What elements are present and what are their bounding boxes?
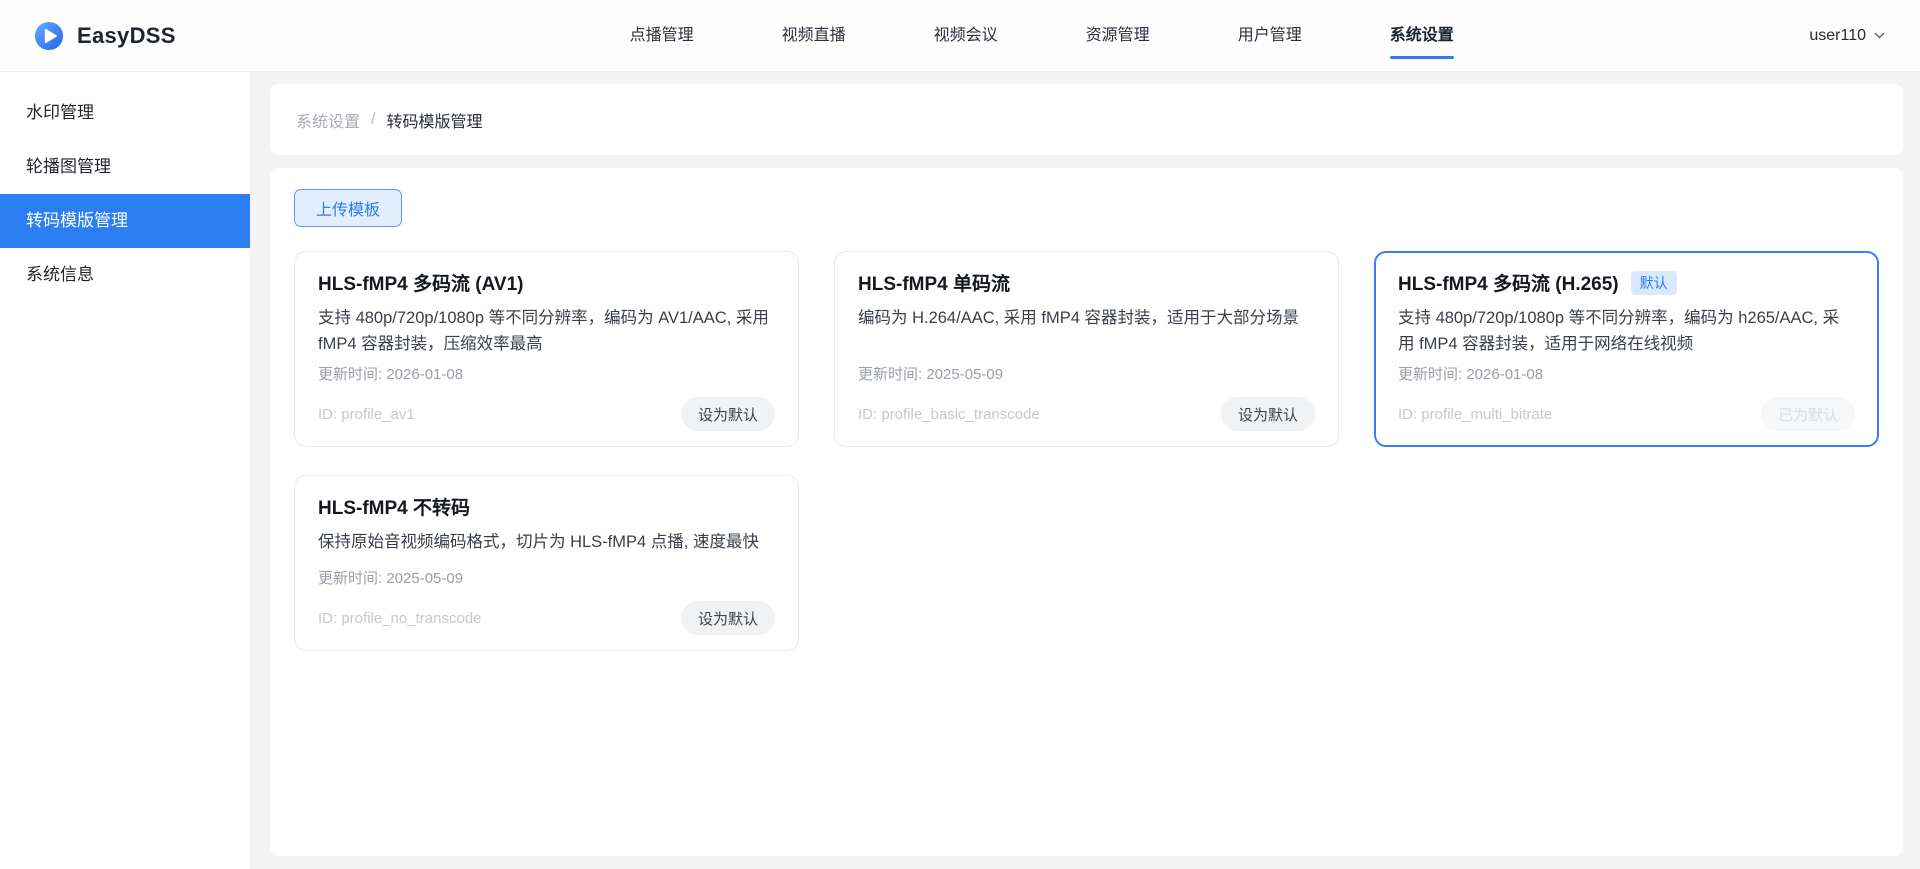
card-id: ID: profile_av1 xyxy=(318,406,415,423)
card-description: 编码为 H.264/AAC, 采用 fMP4 容器封装，适用于大部分场景 xyxy=(858,305,1315,357)
card-description: 支持 480p/720p/1080p 等不同分辨率，编码为 h265/AAC, … xyxy=(1398,305,1855,357)
card-footer: ID: profile_basic_transcode 设为默认 xyxy=(858,397,1315,431)
user-name: user110 xyxy=(1809,27,1866,45)
card-id-label: ID: xyxy=(1398,406,1417,423)
template-card-no-transcode: HLS-fMP4 不转码 保持原始音视频编码格式，切片为 HLS-fMP4 点播… xyxy=(294,475,799,651)
card-updated-label: 更新时间: xyxy=(318,366,382,383)
breadcrumb: 系统设置 / 转码模版管理 xyxy=(270,84,1903,155)
transcode-templates-panel: 上传模板 HLS-fMP4 多码流 (AV1) 支持 480p/720p/108… xyxy=(270,168,1903,856)
card-title: HLS-fMP4 单码流 xyxy=(858,269,1010,296)
card-id-label: ID: xyxy=(318,406,337,423)
card-updated-label: 更新时间: xyxy=(858,366,922,383)
card-title-row: HLS-fMP4 多码流 (AV1) xyxy=(318,269,775,296)
card-title-row: HLS-fMP4 单码流 xyxy=(858,269,1315,296)
card-updated: 更新时间: 2026-01-08 xyxy=(1398,363,1855,384)
card-id-value: profile_av1 xyxy=(341,406,414,423)
card-updated-date: 2026-01-08 xyxy=(386,366,463,383)
card-updated-date: 2025-05-09 xyxy=(386,570,463,587)
set-default-button[interactable]: 设为默认 xyxy=(681,601,775,635)
nav-item-system-settings[interactable]: 系统设置 xyxy=(1390,0,1454,72)
card-title-row: HLS-fMP4 多码流 (H.265) 默认 xyxy=(1398,269,1855,296)
brand-name: EasyDSS xyxy=(77,23,176,49)
card-id-value: profile_no_transcode xyxy=(341,610,481,627)
sidebar-item-transcode-templates[interactable]: 转码模版管理 xyxy=(0,194,250,248)
template-card-basic: HLS-fMP4 单码流 编码为 H.264/AAC, 采用 fMP4 容器封装… xyxy=(834,251,1339,447)
nav-item-vod[interactable]: 点播管理 xyxy=(630,0,694,72)
card-title: HLS-fMP4 多码流 (AV1) xyxy=(318,269,523,296)
template-card-av1: HLS-fMP4 多码流 (AV1) 支持 480p/720p/1080p 等不… xyxy=(294,251,799,447)
set-default-button[interactable]: 设为默认 xyxy=(1221,397,1315,431)
card-id: ID: profile_no_transcode xyxy=(318,610,481,627)
card-updated-date: 2025-05-09 xyxy=(926,366,1003,383)
card-description: 保持原始音视频编码格式，切片为 HLS-fMP4 点播, 速度最快 xyxy=(318,529,775,561)
card-id-value: profile_multi_bitrate xyxy=(1421,406,1552,423)
breadcrumb-parent[interactable]: 系统设置 xyxy=(296,108,360,132)
sidebar-item-watermark[interactable]: 水印管理 xyxy=(0,86,250,140)
template-cards-grid: HLS-fMP4 多码流 (AV1) 支持 480p/720p/1080p 等不… xyxy=(294,251,1879,651)
card-description: 支持 480p/720p/1080p 等不同分辨率，编码为 AV1/AAC, 采… xyxy=(318,305,775,357)
nav-item-meeting[interactable]: 视频会议 xyxy=(934,0,998,72)
nav-item-live[interactable]: 视频直播 xyxy=(782,0,846,72)
template-card-multi-bitrate: HLS-fMP4 多码流 (H.265) 默认 支持 480p/720p/108… xyxy=(1374,251,1879,447)
card-id: ID: profile_basic_transcode xyxy=(858,406,1040,423)
card-title-row: HLS-fMP4 不转码 xyxy=(318,493,775,520)
breadcrumb-current: 转码模版管理 xyxy=(386,108,482,132)
page-layout: 水印管理 轮播图管理 转码模版管理 系统信息 系统设置 / 转码模版管理 上传模… xyxy=(0,72,1920,869)
card-updated-label: 更新时间: xyxy=(318,570,382,587)
card-title: HLS-fMP4 多码流 (H.265) xyxy=(1398,269,1619,296)
card-updated: 更新时间: 2025-05-09 xyxy=(318,567,775,588)
sidebar-item-carousel[interactable]: 轮播图管理 xyxy=(0,140,250,194)
settings-sidebar: 水印管理 轮播图管理 转码模版管理 系统信息 xyxy=(0,72,250,869)
card-title: HLS-fMP4 不转码 xyxy=(318,493,470,520)
card-id-value: profile_basic_transcode xyxy=(881,406,1039,423)
user-menu[interactable]: user110 xyxy=(1809,27,1886,45)
card-updated: 更新时间: 2026-01-08 xyxy=(318,363,775,384)
card-id-label: ID: xyxy=(318,610,337,627)
card-updated: 更新时间: 2025-05-09 xyxy=(858,363,1315,384)
card-updated-date: 2026-01-08 xyxy=(1466,366,1543,383)
main-area: 系统设置 / 转码模版管理 上传模板 HLS-fMP4 多码流 (AV1) 支持… xyxy=(250,72,1920,869)
chevron-down-icon xyxy=(1873,29,1886,42)
upload-template-button[interactable]: 上传模板 xyxy=(294,189,402,227)
card-footer: ID: profile_multi_bitrate 已为默认 xyxy=(1398,397,1855,431)
top-navbar: EasyDSS 点播管理 视频直播 视频会议 资源管理 用户管理 系统设置 us… xyxy=(0,0,1920,72)
already-default-button: 已为默认 xyxy=(1761,397,1855,431)
nav-item-resources[interactable]: 资源管理 xyxy=(1086,0,1150,72)
card-updated-label: 更新时间: xyxy=(1398,366,1462,383)
card-footer: ID: profile_av1 设为默认 xyxy=(318,397,775,431)
set-default-button[interactable]: 设为默认 xyxy=(681,397,775,431)
main-nav-menu: 点播管理 视频直播 视频会议 资源管理 用户管理 系统设置 xyxy=(274,0,1809,72)
nav-item-users[interactable]: 用户管理 xyxy=(1238,0,1302,72)
card-id-label: ID: xyxy=(858,406,877,423)
brand: EasyDSS xyxy=(34,21,274,51)
logo-play-circle-icon xyxy=(34,21,64,51)
breadcrumb-separator: / xyxy=(371,111,375,129)
default-badge: 默认 xyxy=(1631,271,1677,295)
sidebar-item-system-info[interactable]: 系统信息 xyxy=(0,248,250,302)
card-id: ID: profile_multi_bitrate xyxy=(1398,406,1552,423)
card-footer: ID: profile_no_transcode 设为默认 xyxy=(318,601,775,635)
